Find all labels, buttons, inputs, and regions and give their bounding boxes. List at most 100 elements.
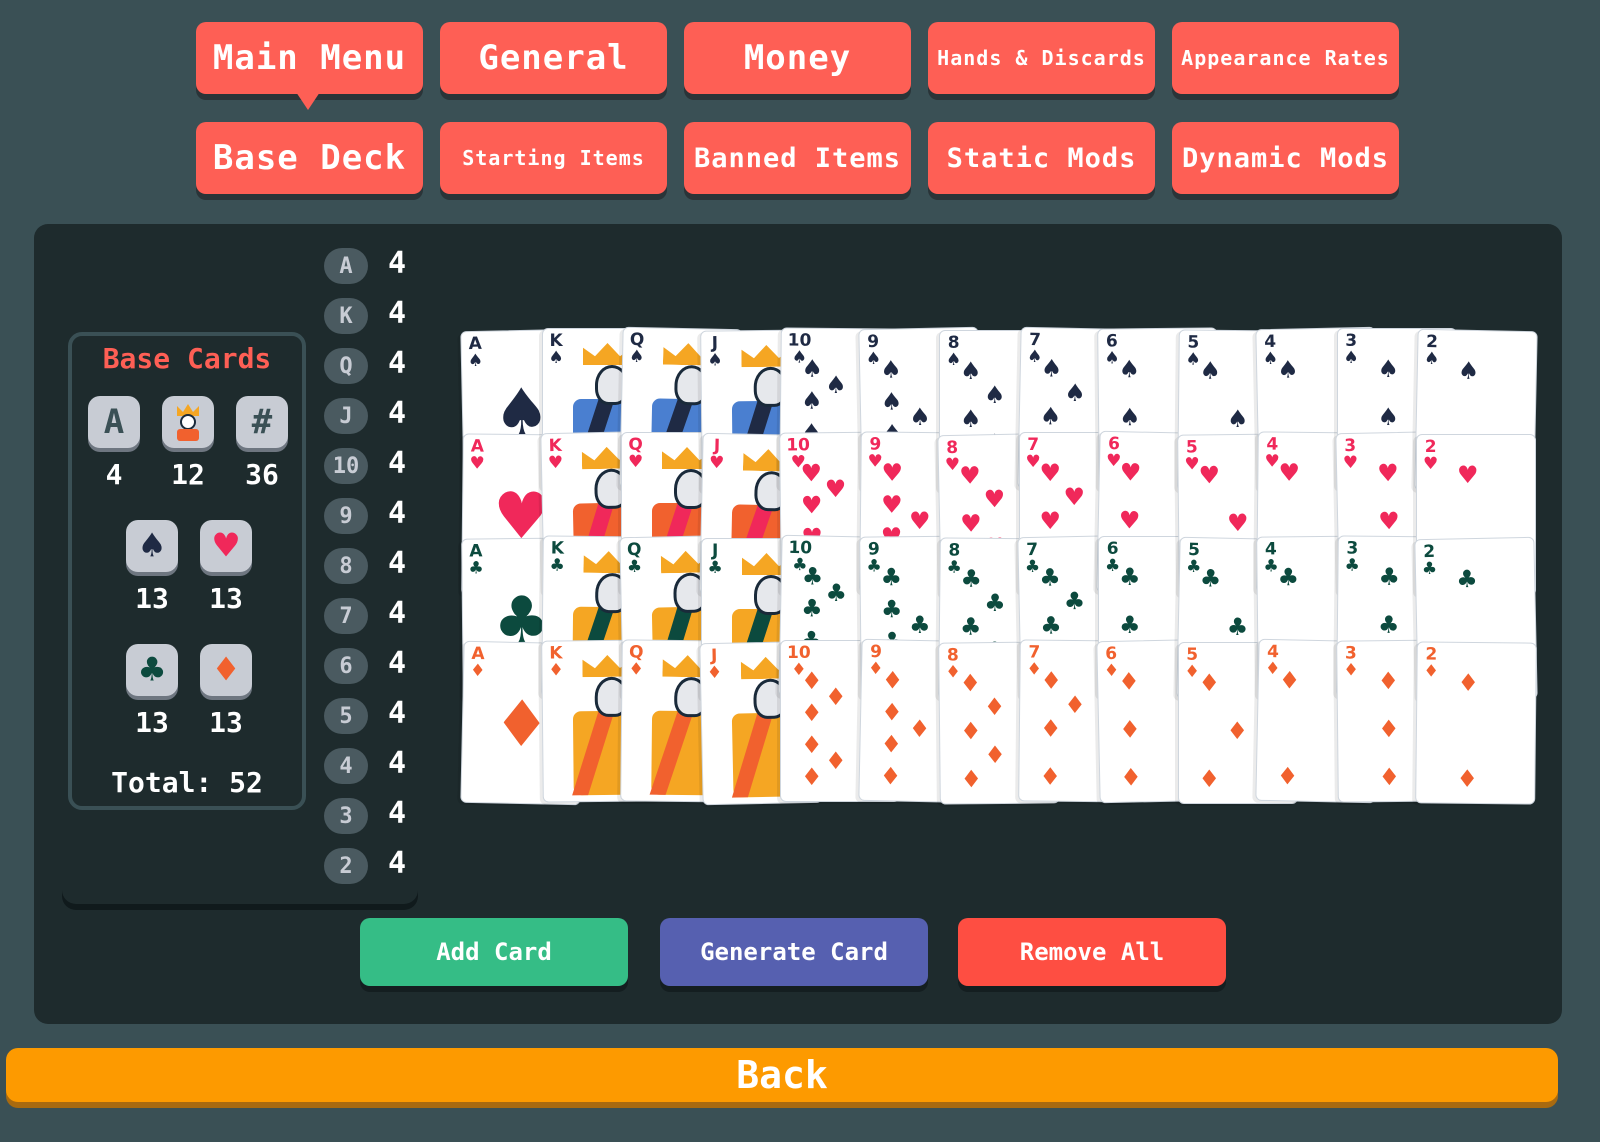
card-corner: K ♦ [547, 643, 564, 681]
card-suit-icon: ♠ [1026, 346, 1043, 368]
clubs-pip-icon: ♣ [908, 610, 931, 640]
diamonds-pip-icon: ♦ [984, 740, 1006, 770]
card-suit-icon: ♠ [548, 348, 564, 368]
base-cards-summary: Base Cards A # 4 12 36 ♠ ♥ 13 13 ♣ ♦ 13 … [68, 332, 306, 810]
card-suit-icon: ♥ [708, 452, 725, 474]
card-corner: 4 ♣ [1263, 539, 1278, 576]
card-corner: 7 ♥ [1026, 437, 1041, 471]
tab-dynamic-mods[interactable]: Dynamic Mods [1172, 122, 1399, 194]
card-corner: K ♥ [547, 436, 563, 474]
hearts-pip-icon: ♥ [880, 490, 903, 519]
clubs-pip-icon: ♣ [801, 562, 824, 591]
clubs-pip-icon: ♣ [1377, 610, 1400, 640]
tab-main-menu[interactable]: Main Menu [196, 22, 423, 110]
hearts-pip-icon: ♥ [1118, 506, 1141, 535]
tab-money[interactable]: Money [684, 22, 911, 94]
diamonds-pip-icon: ♦ [1063, 690, 1086, 720]
remove-all-label: Remove All [1019, 938, 1165, 966]
clubs-pip-icon: ♣ [825, 578, 848, 608]
tab-banned-items[interactable]: Banned Items [684, 122, 911, 194]
spades-pip-icon: ♠ [1118, 355, 1141, 384]
card-suit-icon: ♠ [628, 346, 645, 368]
card-suit-icon: ♣ [707, 558, 723, 578]
card-suit-icon: ♥ [866, 451, 883, 472]
card-corner: J ♥ [708, 436, 725, 474]
tab-label: Appearance Rates [1181, 46, 1390, 70]
rank-label: K [324, 298, 368, 334]
hearts-pip-icon: ♥ [1039, 459, 1062, 487]
card-suit-icon: ♦ [1025, 659, 1042, 680]
tab-static-mods[interactable]: Static Mods [928, 122, 1155, 194]
diamonds-icon: ♦ [200, 644, 252, 696]
rank-label: 8 [324, 548, 368, 584]
remove-all-button[interactable]: Remove All [958, 918, 1226, 986]
card-corner: Q ♦ [628, 642, 644, 679]
ace-icon-glyph: A [103, 402, 125, 442]
ace-count: 4 [105, 458, 123, 491]
tab-hands-discards[interactable]: Hands & Discards [928, 22, 1155, 94]
card-corner: 2 ♣ [1421, 542, 1438, 579]
spades-pip-icon: ♠ [1276, 355, 1299, 384]
rank-label: 4 [324, 748, 368, 784]
spades-pip-icon: ♠ [1457, 356, 1480, 386]
card-suit-icon: ♥ [547, 452, 563, 474]
deck-panel: Base Cards A # 4 12 36 ♠ ♥ 13 13 ♣ ♦ 13 … [34, 224, 1562, 1024]
tab-label: Banned Items [693, 142, 902, 174]
back-button[interactable]: Back [6, 1048, 1558, 1102]
tab-base-deck[interactable]: Base Deck [196, 122, 423, 194]
card-suit-icon: ♠ [1343, 348, 1359, 368]
diamonds-pip-icon: ♦ [1038, 762, 1061, 791]
diamonds-pip-icon: ♦ [1118, 715, 1141, 744]
card-suit-icon: ♦ [547, 660, 564, 681]
clubs-pip-icon: ♣ [1119, 611, 1141, 639]
number-card-icon: # [236, 396, 288, 448]
tab-label: Static Mods [946, 142, 1137, 174]
face-card-icon [162, 396, 214, 448]
hearts-pip-icon: ♥ [800, 459, 823, 488]
diamonds-pip-icon: ♦ [1117, 667, 1140, 696]
tab-appearance-rates[interactable]: Appearance Rates [1172, 22, 1399, 94]
hearts-pip-icon: ♥ [958, 461, 981, 490]
clubs-pip-icon: ♣ [880, 595, 903, 624]
card-2-of-diamonds[interactable]: 2 ♦ ♦ ♦ [1415, 641, 1537, 805]
card-corner: K ♠ [549, 333, 564, 367]
clubs-pip-icon: ♣ [1226, 612, 1249, 642]
generate-card-button[interactable]: Generate Card [660, 918, 928, 986]
spades-pip-icon: ♠ [880, 387, 903, 416]
card-suit-icon: ♣ [865, 556, 882, 577]
diamonds-pip-icon: ♦ [1377, 762, 1400, 792]
add-card-button[interactable]: Add Card [360, 918, 628, 986]
card-suit-icon: ♥ [1183, 454, 1200, 475]
hearts-pip-icon: ♥ [983, 484, 1006, 514]
diamonds-pip-icon: ♦ [825, 747, 847, 775]
card-suit-icon: ♦ [1184, 662, 1200, 682]
tab-general[interactable]: General [440, 22, 667, 94]
card-corner: Q ♠ [628, 330, 645, 368]
clubs-pip-icon: ♣ [960, 564, 983, 593]
card-corner: 3 ♦ [1343, 643, 1358, 680]
diamonds-pip-icon: ♦ [879, 762, 902, 791]
rank-label: J [324, 398, 368, 434]
back-label: Back [736, 1053, 828, 1097]
tab-label: General [478, 38, 629, 78]
diamonds-pip-icon: ♦ [801, 763, 823, 791]
rank-label: 7 [324, 598, 368, 634]
diamonds-pip-icon: ♦ [1226, 717, 1249, 745]
spades-pip-icon: ♠ [1377, 403, 1400, 431]
clubs-pip-icon: ♣ [879, 563, 902, 592]
card-corner: 5 ♦ [1185, 647, 1200, 681]
spades-pip-icon: ♠ [960, 357, 982, 385]
tab-label: Starting Items [462, 146, 645, 170]
card-corner: 6 ♠ [1104, 331, 1119, 368]
tab-starting-items[interactable]: Starting Items [440, 122, 667, 194]
tab-label: Hands & Discards [937, 46, 1146, 70]
card-corner: K ♣ [549, 538, 565, 575]
clubs-pip-icon: ♣ [1038, 563, 1061, 592]
card-suit-icon: ♥ [1423, 454, 1439, 474]
card-corner: 3 ♣ [1344, 538, 1360, 575]
card-suit-icon: ♠ [706, 350, 723, 371]
card-corner: 2 ♦ [1423, 644, 1439, 681]
number-icon-glyph: # [251, 402, 273, 442]
diamonds-pip-icon: ♦ [1456, 764, 1479, 794]
diamonds-pip-icon: ♦ [1198, 669, 1221, 697]
